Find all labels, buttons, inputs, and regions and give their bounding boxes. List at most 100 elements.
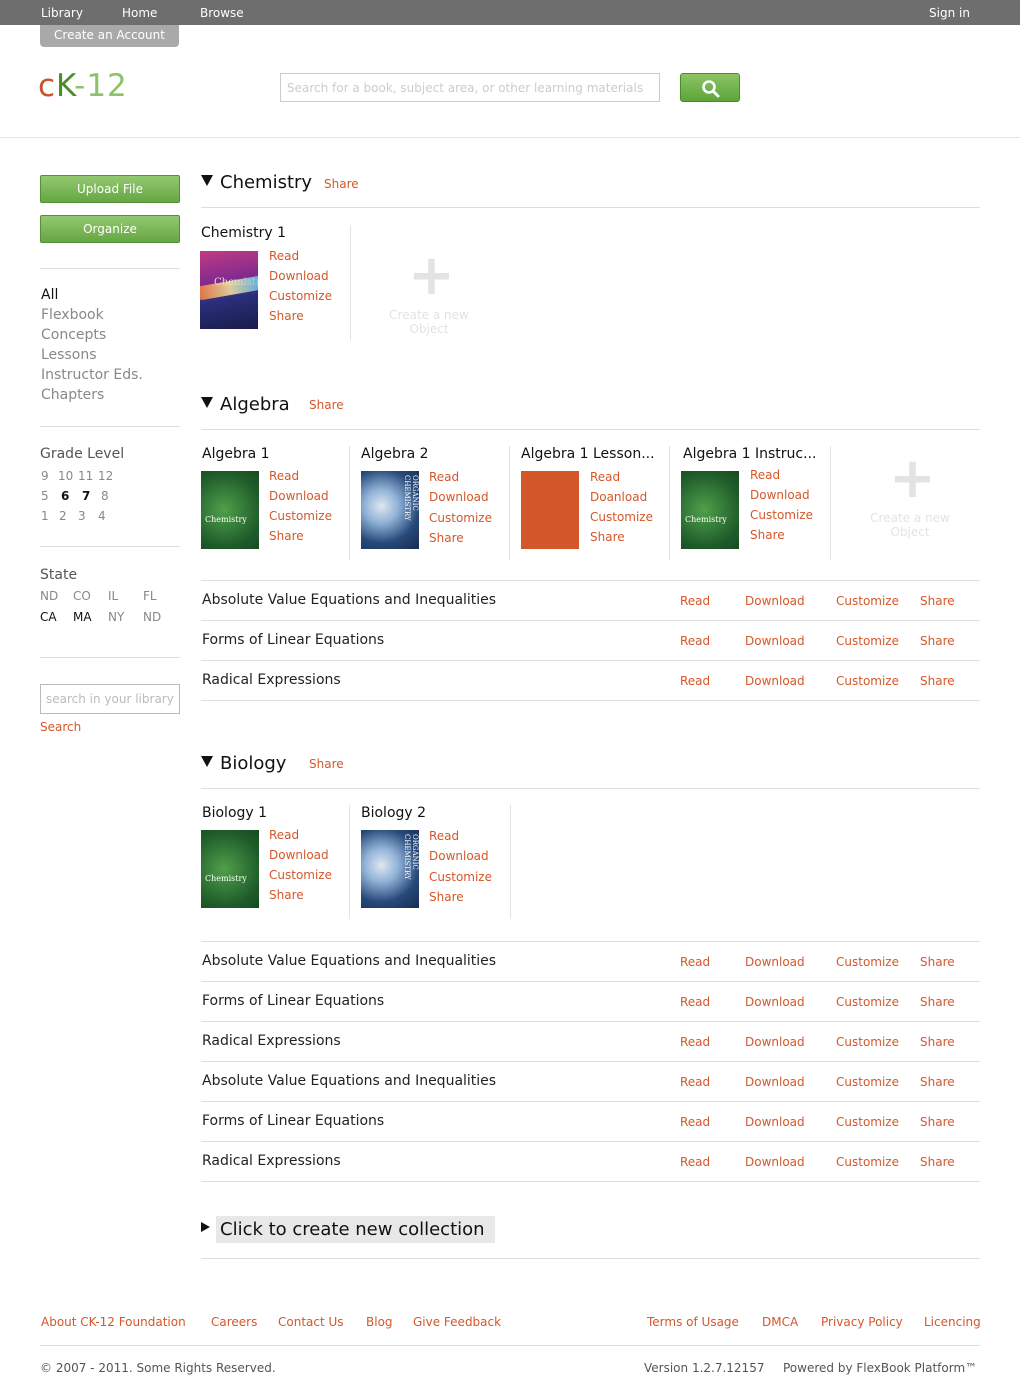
download-link[interactable]: Download (269, 489, 329, 503)
read-link[interactable]: Read (590, 470, 620, 484)
list-item-title[interactable]: Absolute Value Equations and Inequalitie… (202, 1073, 496, 1089)
search-input[interactable]: Search for a book, subject area, or othe… (280, 73, 660, 102)
nav-browse[interactable]: Browse (200, 6, 244, 20)
book-title[interactable]: Algebra 1 (202, 446, 270, 462)
download-link[interactable]: Download (745, 594, 805, 608)
filter-instructor-eds[interactable]: Instructor Eds. (41, 367, 143, 383)
book-title[interactable]: Biology 2 (361, 805, 426, 821)
footer-link-licencing[interactable]: Licencing (924, 1315, 981, 1329)
customize-link[interactable]: Customize (429, 511, 492, 525)
share-link[interactable]: Share (269, 529, 304, 543)
customize-link[interactable]: Customize (269, 868, 332, 882)
download-link[interactable]: Download (750, 488, 810, 502)
share-link[interactable]: Share (920, 594, 955, 608)
section-share-link[interactable]: Share (324, 177, 359, 191)
share-link[interactable]: Share (750, 528, 785, 542)
customize-link[interactable]: Customize (836, 995, 899, 1009)
ck12-logo[interactable]: cK-12 (38, 68, 128, 104)
customize-link[interactable]: Customize (269, 509, 332, 523)
grade-option[interactable]: 3 (78, 509, 86, 523)
download-link[interactable]: Download (745, 1075, 805, 1089)
download-link[interactable]: Download (745, 995, 805, 1009)
read-link[interactable]: Read (269, 249, 299, 263)
read-link[interactable]: Read (429, 829, 459, 843)
book-cover[interactable] (521, 471, 579, 549)
list-item-title[interactable]: Forms of Linear Equations (202, 632, 384, 648)
share-link[interactable]: Share (920, 1115, 955, 1129)
read-link[interactable]: Read (680, 955, 710, 969)
filter-chapters[interactable]: Chapters (41, 387, 104, 403)
create-account-button[interactable]: Create an Account (40, 25, 179, 47)
footer-link-terms[interactable]: Terms of Usage (647, 1315, 739, 1329)
book-title[interactable]: Algebra 1 Instruc... (683, 446, 816, 462)
list-item-title[interactable]: Radical Expressions (202, 672, 341, 688)
list-item-title[interactable]: Absolute Value Equations and Inequalitie… (202, 953, 496, 969)
library-search-link[interactable]: Search (40, 720, 81, 734)
upload-file-button[interactable]: Upload File (40, 175, 180, 203)
state-option[interactable]: IL (108, 589, 118, 603)
customize-link[interactable]: Customize (269, 289, 332, 303)
read-link[interactable]: Read (429, 470, 459, 484)
grade-option[interactable]: 5 (41, 489, 49, 503)
share-link[interactable]: Share (920, 1155, 955, 1169)
customize-link[interactable]: Customize (836, 1075, 899, 1089)
filter-lessons[interactable]: Lessons (41, 347, 97, 363)
state-option-selected[interactable]: MA (73, 610, 92, 624)
book-cover[interactable]: Chemistry (201, 830, 259, 908)
download-link[interactable]: Download (269, 848, 329, 862)
download-link[interactable]: Download (429, 849, 489, 863)
grade-option[interactable]: 8 (101, 489, 109, 503)
grade-option[interactable]: 2 (59, 509, 67, 523)
download-link[interactable]: Download (745, 634, 805, 648)
share-link[interactable]: Share (920, 634, 955, 648)
footer-link-about[interactable]: About CK-12 Foundation (41, 1315, 186, 1329)
share-link[interactable]: Share (429, 890, 464, 904)
footer-link-blog[interactable]: Blog (366, 1315, 393, 1329)
read-link[interactable]: Read (680, 1155, 710, 1169)
state-option[interactable]: ND (40, 589, 58, 603)
read-link[interactable]: Read (680, 634, 710, 648)
state-option[interactable]: ND (143, 610, 161, 624)
book-cover[interactable]: Chemistry (200, 251, 258, 329)
share-link[interactable]: Share (920, 995, 955, 1009)
grade-option[interactable]: 4 (98, 509, 106, 523)
plus-icon[interactable]: + (889, 451, 936, 507)
state-option[interactable]: NY (108, 610, 124, 624)
book-cover[interactable]: Chemistry (201, 471, 259, 549)
list-item-title[interactable]: Radical Expressions (202, 1153, 341, 1169)
section-share-link[interactable]: Share (309, 398, 344, 412)
read-link[interactable]: Read (680, 995, 710, 1009)
grade-option[interactable]: 9 (41, 469, 49, 483)
list-item-title[interactable]: Forms of Linear Equations (202, 1113, 384, 1129)
read-link[interactable]: Read (680, 594, 710, 608)
download-link[interactable]: Download (745, 955, 805, 969)
grade-option[interactable]: 10 (58, 469, 73, 483)
customize-link[interactable]: Customize (750, 508, 813, 522)
customize-link[interactable]: Customize (836, 594, 899, 608)
share-link[interactable]: Share (920, 1035, 955, 1049)
section-toggle-biology[interactable]: Biology (201, 753, 286, 774)
grade-option[interactable]: 11 (78, 469, 93, 483)
section-share-link[interactable]: Share (309, 757, 344, 771)
nav-signin[interactable]: Sign in (929, 6, 970, 20)
download-link[interactable]: Download (745, 674, 805, 688)
share-link[interactable]: Share (269, 309, 304, 323)
create-collection-button[interactable]: Click to create new collection (201, 1216, 495, 1243)
book-title[interactable]: Algebra 2 (361, 446, 429, 462)
search-button[interactable] (680, 73, 740, 102)
read-link[interactable]: Read (680, 1115, 710, 1129)
filter-flexbook[interactable]: Flexbook (41, 307, 104, 323)
organize-button[interactable]: Organize (40, 215, 180, 243)
grade-option[interactable]: 1 (41, 509, 49, 523)
state-option[interactable]: CO (73, 589, 91, 603)
read-link[interactable]: Read (680, 1035, 710, 1049)
read-link[interactable]: Read (269, 469, 299, 483)
share-link[interactable]: Share (269, 888, 304, 902)
book-cover[interactable]: ORGANIC CHEMISTRY (361, 471, 419, 549)
download-link[interactable]: Download (269, 269, 329, 283)
footer-link-feedback[interactable]: Give Feedback (413, 1315, 501, 1329)
plus-icon[interactable]: + (408, 248, 455, 304)
customize-link[interactable]: Customize (836, 955, 899, 969)
book-title[interactable]: Chemistry 1 (201, 225, 286, 241)
footer-link-dmca[interactable]: DMCA (762, 1315, 798, 1329)
